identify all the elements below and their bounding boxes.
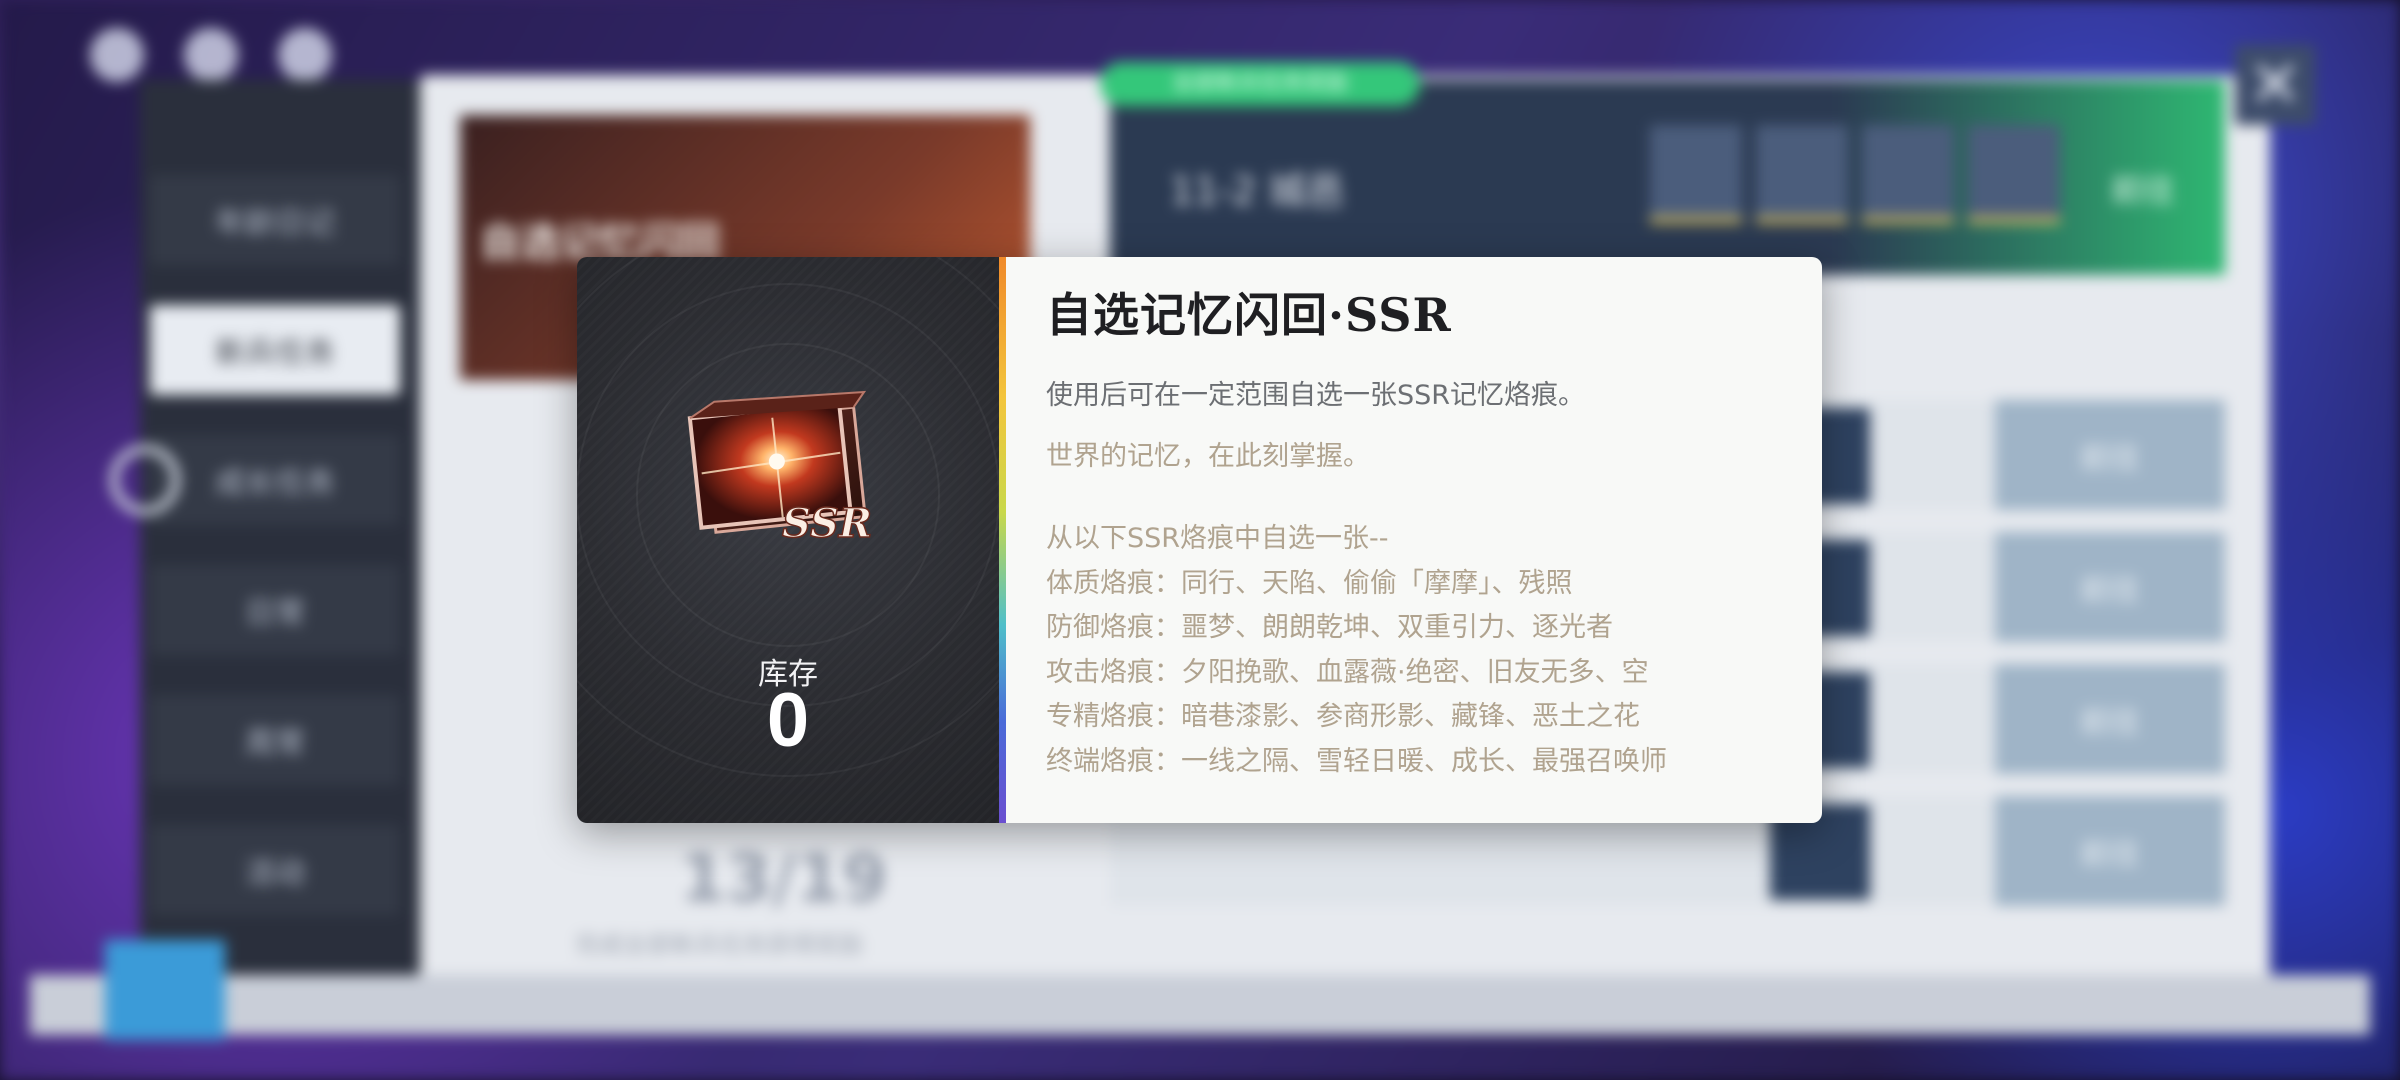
menu-item-diary[interactable]: 年龄日记	[150, 175, 400, 265]
friends-icon	[278, 28, 332, 82]
menu-item-growth-tasks[interactable]: 成长任务	[110, 435, 400, 525]
menu-item-daily[interactable]: 日常	[150, 565, 400, 655]
category-defense: 防御烙痕：噩梦、朗朗乾坤、双重引力、逐光者	[1046, 612, 1613, 643]
stage-label: 11-2 城邑	[1170, 169, 1345, 213]
banner-go-button[interactable]: 前往	[2111, 165, 2175, 211]
task-go-button[interactable]: 前往	[1995, 400, 2225, 510]
menu-item-weekly[interactable]: 周常	[150, 695, 400, 785]
item-info-panel: 自选记忆闪回·SSR 使用后可在一定范围自选一张SSR记忆烙痕。 世界的记忆，在…	[1006, 257, 1822, 823]
close-icon[interactable]: ✕	[2235, 45, 2315, 125]
top-icon-bar	[90, 28, 332, 82]
menu-item-rookie-tasks[interactable]: 新兵任务	[150, 305, 400, 395]
reward-thumbnails	[1650, 125, 2060, 223]
category-terminal: 终端烙痕：一线之隔、雪轻日暖、成长、最强召唤师	[1046, 745, 1667, 777]
progress-current: 13	[680, 840, 772, 917]
progress-caption: 完成全部新兵任务获得奖励	[575, 931, 863, 959]
reward-thumb	[1756, 125, 1848, 223]
selection-list-header: 从以下SSR烙痕中自选一张--	[1046, 523, 1389, 554]
reward-thumb	[1650, 125, 1742, 223]
mail-icon	[184, 28, 238, 82]
category-attack: 攻击烙痕：夕阳挽歌、血露薇·绝密、旧友无多、空	[1046, 656, 1649, 688]
item-description: 使用后可在一定范围自选一张SSR记忆烙痕。	[1046, 380, 1586, 411]
ssr-badge-text: SSR	[782, 500, 872, 547]
task-go-button[interactable]: 前往	[1995, 532, 2225, 642]
settings-icon	[90, 28, 144, 82]
progress-separator: /	[771, 840, 796, 917]
task-go-button[interactable]: 前往	[1995, 664, 2225, 774]
menu-item-event[interactable]: 活动	[150, 825, 400, 915]
category-specialization: 专精烙痕：暗巷漆影、参商形影、藏锋、恶土之花	[1046, 701, 1640, 732]
bottom-strip	[30, 975, 2370, 1035]
category-constitution: 体质烙痕：同行、天陷、偷偷「摩摩」、残照	[1046, 567, 1573, 599]
progress-total: 19	[795, 840, 888, 917]
rarity-accent-bar	[999, 257, 1006, 823]
ssr-memory-card-icon: SSR	[687, 390, 873, 548]
back-button[interactable]	[105, 940, 225, 1040]
item-title: 自选记忆闪回·SSR	[1046, 288, 1452, 342]
selection-list: 从以下SSR烙痕中自选一张-- 体质烙痕：同行、天陷、偷偷「摩摩」、残照 防御烙…	[1046, 517, 1782, 784]
reward-chip: 全部新兵任务奖励	[1100, 62, 1420, 106]
task-progress-counter: 13/19	[680, 840, 888, 917]
task-go-button[interactable]: 前往	[1995, 796, 2225, 906]
reward-thumb	[1862, 125, 1954, 223]
reward-thumb	[1968, 125, 2060, 223]
item-preview-panel: SSR 库存 0	[577, 257, 999, 823]
item-flavor-text: 世界的记忆，在此刻掌握。	[1046, 441, 1370, 472]
stock-value: 0	[766, 678, 810, 763]
item-detail-modal[interactable]: SSR 库存 0 自选记忆闪回·SSR 使用后可在一定范围自选一张SSR记忆烙痕…	[577, 257, 1822, 823]
